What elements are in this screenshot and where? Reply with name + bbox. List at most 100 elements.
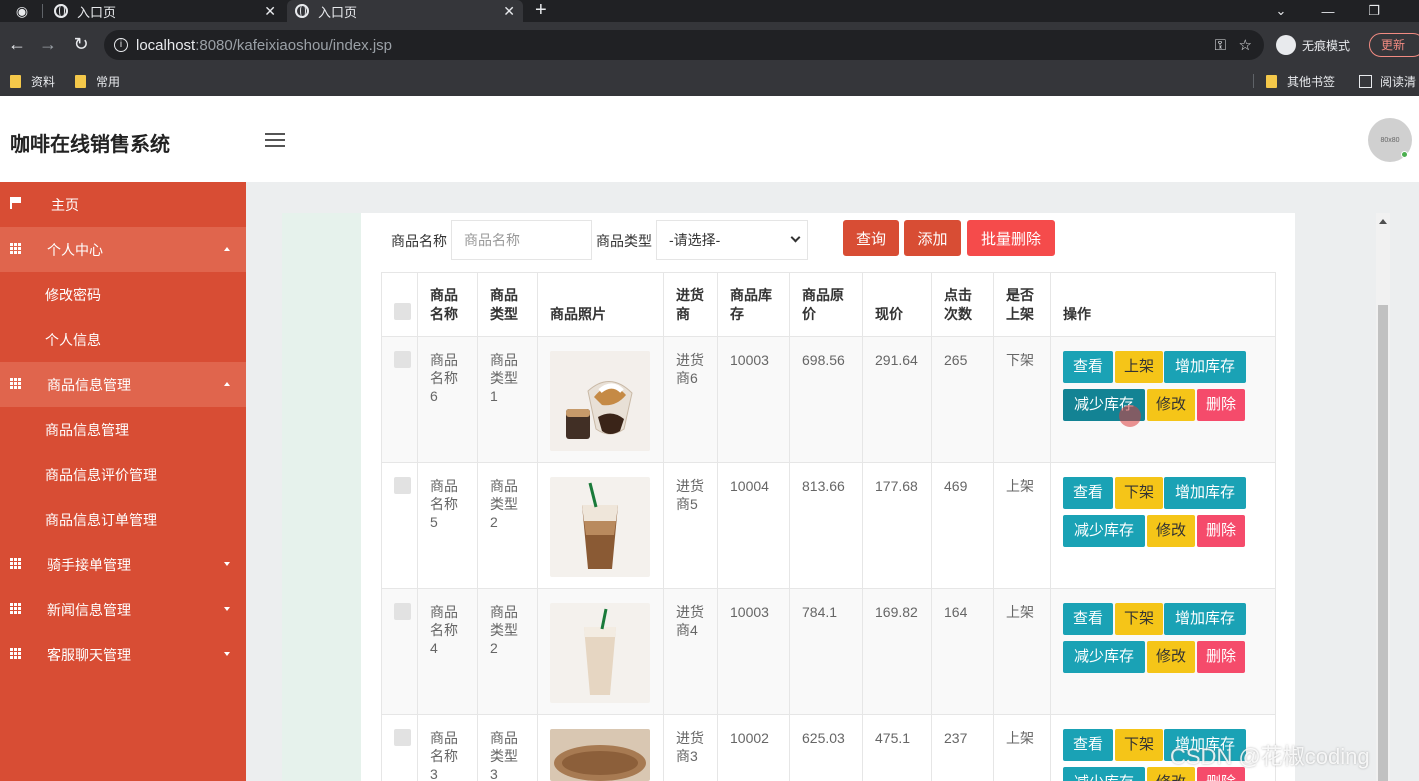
product-type-select[interactable]: -请选择- [656, 220, 808, 260]
browser-toolbar: ← → ↻ i localhost:8080/kafeixiaoshou/ind… [0, 22, 1419, 66]
row-actions: 查看 下架 增加库存 减少库存 修改 删除 [1063, 477, 1253, 549]
add-button[interactable]: 添加 [904, 220, 961, 256]
query-button[interactable]: 查询 [843, 220, 899, 256]
minimize-icon[interactable]: — [1305, 0, 1351, 22]
column-header[interactable]: 现价 [862, 272, 932, 337]
select-all-checkbox[interactable] [394, 303, 411, 320]
column-header[interactable]: 点击次数 [931, 272, 994, 337]
increase-stock-button[interactable]: 增加库存 [1164, 351, 1246, 383]
reload-icon[interactable]: ↻ [66, 22, 96, 66]
edit-button[interactable]: 修改 [1147, 515, 1195, 547]
view-button[interactable]: 查看 [1063, 477, 1113, 509]
row-checkbox[interactable] [394, 603, 411, 620]
bookmark-label: 其他书签 [1287, 74, 1336, 89]
forward-icon[interactable]: → [33, 22, 63, 66]
address-bar[interactable]: i localhost:8080/kafeixiaoshou/index.jsp… [104, 30, 1264, 60]
cell-stock: 10004 [717, 462, 790, 589]
table-row: 商品名称6 商品类型1 进货商6 10003 698.56 291.64 265… [381, 336, 1276, 463]
sidebar-group-rider-orders[interactable]: 骑手接单管理 [0, 542, 246, 587]
view-button[interactable]: 查看 [1063, 351, 1113, 383]
browser-tab-1[interactable]: 入口页 ✕ [54, 0, 284, 22]
sidebar-group-personal-center[interactable]: 个人中心 [0, 227, 246, 272]
tab-close-icon[interactable]: ✕ [264, 3, 276, 20]
column-header[interactable]: 商品原价 [789, 272, 863, 337]
sidebar-item-product-reviews[interactable]: 商品信息评价管理 [0, 452, 246, 497]
scrollbar-thumb[interactable] [1378, 305, 1388, 781]
column-header: 商品照片 [537, 272, 664, 337]
reading-list[interactable]: 阅读清 [1359, 71, 1416, 91]
decrease-stock-button[interactable]: 减少库存 [1063, 641, 1145, 673]
cell-original-price: 698.56 [789, 336, 863, 463]
app-header: 咖啡在线销售系统 80x80 [0, 96, 1419, 182]
avatar[interactable]: 80x80 [1368, 118, 1412, 162]
sidebar-item-product-management[interactable]: 商品信息管理 [0, 407, 246, 452]
delete-button[interactable]: 删除 [1197, 641, 1245, 673]
row-select-cell [381, 588, 418, 715]
flag-icon [10, 197, 21, 209]
tab-search-icon[interactable]: ⌄ [1258, 0, 1304, 22]
view-button[interactable]: 查看 [1063, 603, 1113, 635]
sidebar-group-product-management[interactable]: 商品信息管理 [0, 362, 246, 407]
increase-stock-button[interactable]: 增加库存 [1164, 603, 1246, 635]
sidebar-group-news[interactable]: 新闻信息管理 [0, 587, 246, 632]
sidebar-item-change-password[interactable]: 修改密码 [0, 272, 246, 317]
vertical-scrollbar[interactable] [1376, 213, 1390, 781]
edit-button[interactable]: 修改 [1147, 641, 1195, 673]
cell-clicks: 265 [931, 336, 994, 463]
folder-icon [10, 74, 21, 88]
browser-menu-icon[interactable]: ◉ [4, 0, 40, 22]
sidebar-item-label: 个人中心 [47, 241, 103, 258]
increase-stock-button[interactable]: 增加库存 [1164, 477, 1246, 509]
row-checkbox[interactable] [394, 351, 411, 368]
update-button[interactable]: 更新 [1369, 33, 1419, 57]
view-button[interactable]: 查看 [1063, 729, 1113, 761]
delete-button[interactable]: 删除 [1197, 515, 1245, 547]
decrease-stock-button[interactable]: 减少库存 [1063, 515, 1145, 547]
other-bookmarks[interactable]: 其他书签 [1266, 71, 1335, 91]
edit-button[interactable]: 修改 [1147, 389, 1195, 421]
row-checkbox[interactable] [394, 477, 411, 494]
column-header[interactable]: 是否上架 [993, 272, 1051, 337]
sidebar-item-label: 商品信息评价管理 [45, 466, 157, 483]
cell-price: 475.1 [862, 714, 932, 781]
bulk-delete-button[interactable]: 批量删除 [967, 220, 1055, 256]
grid-icon [10, 558, 21, 569]
site-info-icon[interactable]: i [114, 38, 128, 52]
sidebar-item-personal-info[interactable]: 个人信息 [0, 317, 246, 362]
frappuccino-image [550, 603, 650, 703]
sidebar-group-customer-chat[interactable]: 客服聊天管理 [0, 632, 246, 677]
menu-toggle-icon[interactable] [265, 133, 285, 147]
sidebar-item-product-orders[interactable]: 商品信息订单管理 [0, 497, 246, 542]
bookmark-folder[interactable]: 资料 [10, 71, 55, 91]
toggle-listing-button[interactable]: 下架 [1115, 603, 1163, 635]
product-name-input[interactable]: 商品名称 [451, 220, 592, 260]
delete-button[interactable]: 删除 [1197, 389, 1245, 421]
restore-icon[interactable]: ❐ [1351, 0, 1397, 22]
column-header[interactable]: 商品名称 [417, 272, 478, 337]
row-checkbox[interactable] [394, 729, 411, 746]
bookmark-folder[interactable]: 常用 [75, 71, 120, 91]
browser-tab-2[interactable]: 入口页 ✕ [287, 0, 523, 22]
back-icon[interactable]: ← [2, 22, 32, 66]
decrease-stock-button[interactable]: 减少库存 [1063, 389, 1145, 427]
new-tab-button[interactable]: + [535, 0, 547, 22]
cell-type: 商品类型2 [477, 462, 538, 589]
scroll-up-icon[interactable] [1379, 219, 1387, 224]
column-header[interactable]: 进货商 [663, 272, 718, 337]
bookmark-label: 资料 [31, 74, 56, 89]
bookmark-star-icon[interactable]: ⚿ ☆ [1215, 36, 1252, 54]
caret-up-icon [224, 247, 230, 251]
sidebar-item-label: 商品信息订单管理 [45, 511, 157, 528]
cell-price: 291.64 [862, 336, 932, 463]
column-header[interactable]: 商品类型 [477, 272, 538, 337]
tab-close-icon[interactable]: ✕ [503, 3, 515, 20]
row-actions: 查看 上架 增加库存 减少库存 修改 删除 [1063, 351, 1253, 427]
sidebar-item-label: 个人信息 [45, 331, 101, 348]
toggle-listing-button[interactable]: 上架 [1115, 351, 1163, 383]
incognito-indicator[interactable]: 无痕模式 [1276, 35, 1350, 55]
column-header[interactable]: 商品库存 [717, 272, 790, 337]
decrease-stock-button[interactable]: 减少库存 [1063, 767, 1145, 781]
toggle-listing-button[interactable]: 下架 [1115, 729, 1163, 761]
toggle-listing-button[interactable]: 下架 [1115, 477, 1163, 509]
sidebar-item-home[interactable]: 主页 [0, 182, 246, 227]
